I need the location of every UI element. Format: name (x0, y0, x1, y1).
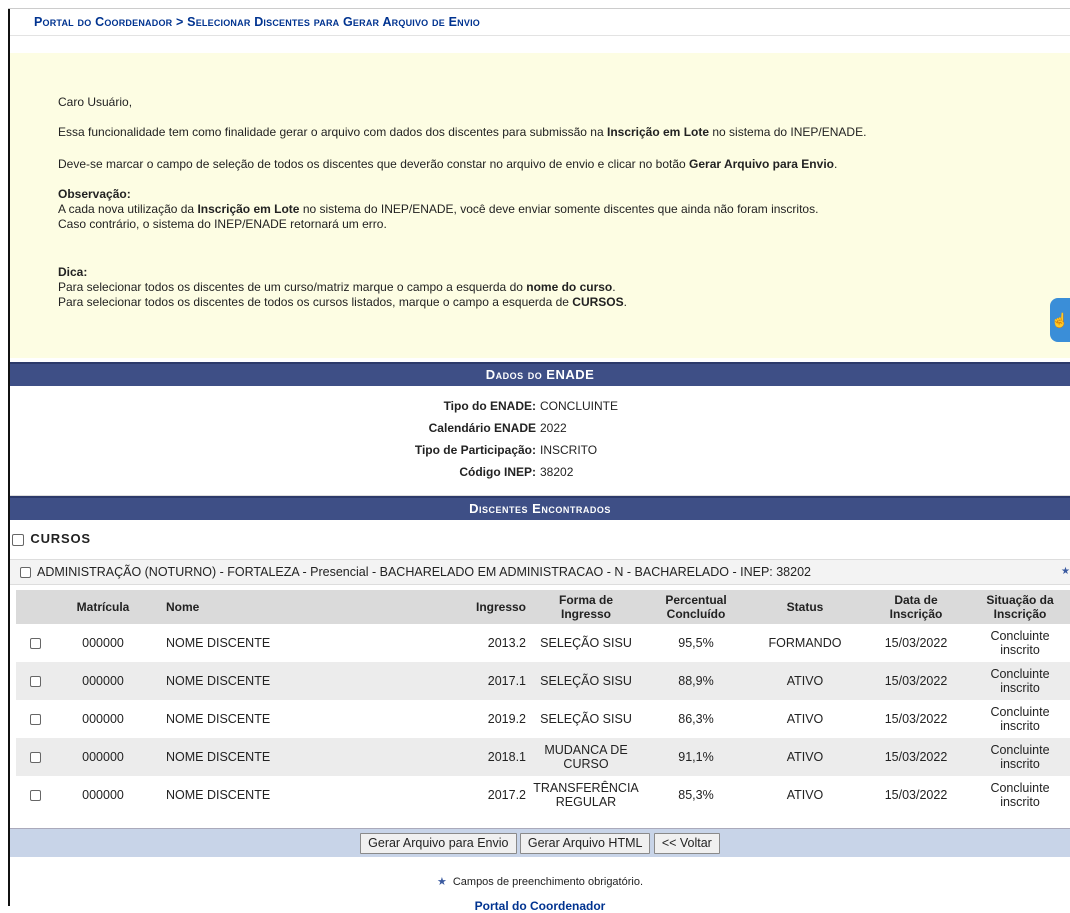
col-ingresso: Ingresso (374, 590, 528, 624)
cell-status: ATIVO (748, 662, 862, 700)
table-row: 000000 NOME DISCENTE 2019.2 SELEÇÃO SISU… (16, 700, 1070, 738)
col-percentual: Percentual Concluído (644, 590, 748, 624)
cell-nome: NOME DISCENTE (152, 776, 374, 814)
enade-row-codigo-inep: Código INEP: 38202 (459, 465, 574, 479)
cell-percentual: 88,9% (644, 662, 748, 700)
select-all-cursos: CURSOS (12, 528, 91, 550)
gerar-arquivo-html-button[interactable]: Gerar Arquivo HTML (519, 833, 651, 854)
col-matricula: Matrícula (54, 590, 152, 624)
discentes-section-header: Discentes Encontrados (10, 496, 1070, 520)
cell-nome: NOME DISCENTE (152, 662, 374, 700)
cell-nome: NOME DISCENTE (152, 700, 374, 738)
cell-data: 15/03/2022 (862, 624, 970, 662)
accessibility-hand-icon[interactable]: ☝ (1050, 298, 1070, 342)
cell-status: ATIVO (748, 776, 862, 814)
cell-ingresso: 2019.2 (374, 700, 528, 738)
select-all-checkbox[interactable] (12, 533, 24, 546)
obs-title: Observação: (58, 187, 131, 201)
row-checkbox[interactable] (29, 676, 41, 688)
cell-matricula: 000000 (54, 700, 152, 738)
row-checkbox[interactable] (29, 714, 41, 726)
breadcrumb: Portal do Coordenador > Selecionar Disce… (10, 9, 1070, 36)
cell-forma-ingresso: SELEÇÃO SISU (528, 662, 644, 700)
cell-status: ATIVO (748, 738, 862, 776)
dica-line-2: Para selecionar todos os discentes de to… (58, 295, 627, 309)
cell-matricula: 000000 (54, 776, 152, 814)
col-status: Status (748, 590, 862, 624)
course-name: ADMINISTRAÇÃO (NOTURNO) - FORTALEZA - Pr… (37, 565, 811, 579)
cell-forma-ingresso: SELEÇÃO SISU (528, 624, 644, 662)
info-paragraph-2: Deve-se marcar o campo de seleção de tod… (58, 157, 838, 171)
enade-row-calendario: Calendário ENADE 2022 (428, 421, 567, 435)
cell-situacao: Concluinte inscrito (970, 776, 1070, 814)
info-greeting: Caro Usuário, (58, 95, 133, 109)
row-checkbox[interactable] (29, 638, 41, 650)
required-fields-note: ★ Campos de preenchimento obrigatório. (436, 876, 644, 888)
enade-row-participacao: Tipo de Participação: INSCRITO (414, 443, 598, 457)
cell-ingresso: 2018.1 (374, 738, 528, 776)
enade-section-header: Dados do ENADE (10, 362, 1070, 386)
cursos-label: CURSOS (30, 531, 91, 546)
table-row: 000000 NOME DISCENTE 2017.2 TRANSFERÊNCI… (16, 776, 1070, 814)
cell-nome: NOME DISCENTE (152, 738, 374, 776)
row-checkbox[interactable] (29, 790, 41, 802)
obs-line-1: A cada nova utilização da Inscrição em L… (58, 202, 819, 216)
dica-title: Dica: (58, 265, 88, 279)
enade-row-tipo: Tipo do ENADE: CONCLUINTE (443, 399, 619, 413)
cell-matricula: 000000 (54, 738, 152, 776)
cell-forma-ingresso: TRANSFERÊNCIA REGULAR (528, 776, 644, 814)
cell-percentual: 91,1% (644, 738, 748, 776)
course-checkbox[interactable] (20, 567, 31, 579)
cell-percentual: 86,3% (644, 700, 748, 738)
col-select (16, 590, 54, 624)
info-paragraph-1: Essa funcionalidade tem como finalidade … (58, 125, 867, 139)
voltar-button[interactable]: << Voltar (653, 833, 720, 854)
cell-nome: NOME DISCENTE (152, 624, 374, 662)
cell-data: 15/03/2022 (862, 738, 970, 776)
table-row: 000000 NOME DISCENTE 2018.1 MUDANCA DE CU… (16, 738, 1070, 776)
button-bar: Gerar Arquivo para Envio Gerar Arquivo H… (10, 828, 1070, 857)
students-table: Matrícula Nome Ingresso Forma de Ingresso… (16, 590, 1070, 814)
portal-coordenador-link[interactable]: Portal do Coordenador (10, 899, 1070, 913)
info-box: Caro Usuário, Essa funcionalidade tem co… (10, 53, 1070, 358)
cell-situacao: Concluinte inscrito (970, 700, 1070, 738)
star-icon: ★ (1061, 566, 1070, 577)
row-checkbox[interactable] (29, 752, 41, 764)
cell-status: ATIVO (748, 700, 862, 738)
gerar-arquivo-envio-button[interactable]: Gerar Arquivo para Envio (360, 833, 517, 854)
cell-matricula: 000000 (54, 624, 152, 662)
cell-matricula: 000000 (54, 662, 152, 700)
cell-ingresso: 2017.1 (374, 662, 528, 700)
table-row: 000000 NOME DISCENTE 2013.2 SELEÇÃO SISU… (16, 624, 1070, 662)
star-icon: ★ (436, 876, 447, 888)
cell-data: 15/03/2022 (862, 662, 970, 700)
dica-line-1: Para selecionar todos os discentes de um… (58, 280, 616, 294)
col-nome: Nome (152, 590, 374, 624)
col-data-inscricao: Data de Inscrição (862, 590, 970, 624)
table-header-row: Matrícula Nome Ingresso Forma de Ingresso… (16, 590, 1070, 624)
cell-forma-ingresso: MUDANCA DE CURSO (528, 738, 644, 776)
cell-status: FORMANDO (748, 624, 862, 662)
cell-forma-ingresso: SELEÇÃO SISU (528, 700, 644, 738)
cell-ingresso: 2017.2 (374, 776, 528, 814)
cell-situacao: Concluinte inscrito (970, 624, 1070, 662)
cell-percentual: 85,3% (644, 776, 748, 814)
col-forma-ingresso: Forma de Ingresso (528, 590, 644, 624)
course-row: ADMINISTRAÇÃO (NOTURNO) - FORTALEZA - Pr… (10, 559, 1070, 585)
obs-line-2: Caso contrário, o sistema do INEP/ENADE … (58, 217, 387, 231)
table-row: 000000 NOME DISCENTE 2017.1 SELEÇÃO SISU… (16, 662, 1070, 700)
enade-details: Tipo do ENADE: CONCLUINTE Calendário ENA… (10, 391, 1070, 496)
col-situacao: Situação da Inscrição (970, 590, 1070, 624)
cell-percentual: 95,5% (644, 624, 748, 662)
cell-situacao: Concluinte inscrito (970, 738, 1070, 776)
cell-data: 15/03/2022 (862, 700, 970, 738)
cell-situacao: Concluinte inscrito (970, 662, 1070, 700)
page-content: Portal do Coordenador > Selecionar Disce… (10, 9, 1070, 913)
cell-ingresso: 2013.2 (374, 624, 528, 662)
cell-data: 15/03/2022 (862, 776, 970, 814)
